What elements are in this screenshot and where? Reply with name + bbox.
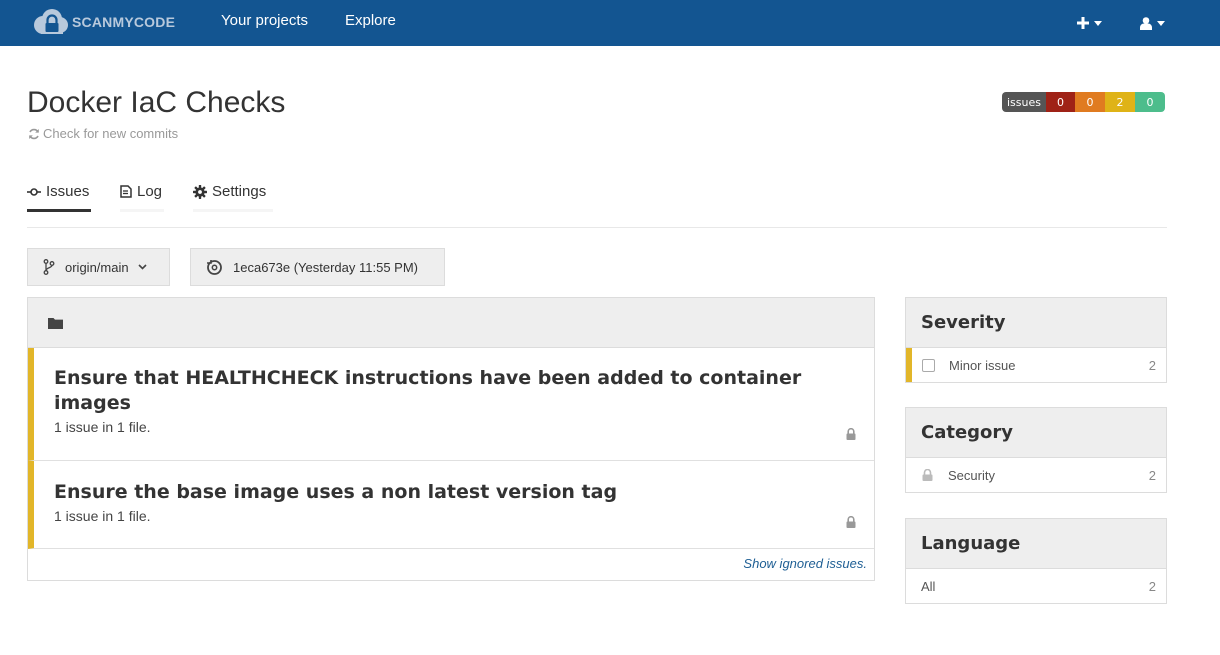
user-menu-button[interactable] (1140, 0, 1165, 46)
severity-filter-count: 2 (1148, 357, 1156, 373)
add-menu-button[interactable] (1077, 0, 1102, 46)
commit-select[interactable]: 1eca673e (Yesterday 11:55 PM) (190, 248, 445, 286)
language-filter-panel: Language All 2 (905, 518, 1167, 604)
issues-panel: Ensure that HEALTHCHECK instructions hav… (27, 297, 875, 581)
brand-logo[interactable]: SCANMYCODE (32, 7, 175, 37)
issue-summary: 1 issue in 1 file. (54, 508, 151, 524)
minor-checkbox[interactable] (922, 358, 935, 372)
tab-issues[interactable]: Issues (27, 176, 91, 212)
language-filter-label: All (921, 578, 936, 594)
badge-count-info: 0 (1135, 92, 1165, 112)
commit-label: 1eca673e (Yesterday 11:55 PM) (233, 259, 419, 275)
refresh-icon (29, 128, 39, 139)
tab-settings-label: Settings (212, 183, 267, 200)
brand-name: SCANMYCODE (72, 14, 176, 30)
tab-log-label: Log (137, 183, 163, 200)
tab-log[interactable]: Log (120, 176, 164, 212)
nav-your-projects[interactable]: Your projects (221, 0, 308, 46)
plus-icon (1077, 17, 1089, 29)
language-filter-count: 2 (1148, 578, 1156, 594)
branch-label: origin/main (65, 259, 129, 275)
issue-item[interactable]: Ensure the base image uses a non latest … (28, 461, 874, 549)
severity-filter-panel: Severity Minor issue 2 (905, 297, 1167, 383)
language-filter-all[interactable]: All 2 (906, 569, 1166, 603)
issue-item[interactable]: Ensure that HEALTHCHECK instructions hav… (28, 348, 874, 461)
history-icon (207, 259, 222, 275)
lock-icon (846, 428, 856, 440)
severity-title: Severity (906, 298, 1166, 348)
issue-title[interactable]: Ensure that HEALTHCHECK instructions hav… (54, 366, 814, 416)
tab-settings[interactable]: Settings (193, 176, 273, 212)
cloud-lock-icon (32, 8, 68, 36)
tabs-divider (27, 227, 1167, 228)
folder-icon[interactable] (48, 317, 63, 329)
issue-title[interactable]: Ensure the base image uses a non latest … (54, 480, 814, 505)
branch-icon (43, 259, 55, 275)
chevron-down-icon (1157, 20, 1165, 26)
category-filter-security[interactable]: Security 2 (906, 458, 1166, 492)
category-filter-count: 2 (1148, 467, 1156, 483)
tab-issues-label: Issues (46, 183, 90, 200)
gear-icon (193, 185, 207, 199)
badge-label: issues (1002, 92, 1046, 112)
category-filter-panel: Category Security 2 (905, 407, 1167, 493)
page-title: Docker IaC Checks (27, 86, 286, 119)
severity-filter-minor[interactable]: Minor issue 2 (906, 348, 1166, 382)
show-ignored-link[interactable]: Show ignored issues. (743, 556, 867, 571)
badge-count-critical: 0 (1046, 92, 1075, 112)
issues-panel-header (28, 298, 874, 348)
check-new-commits-label: Check for new commits (43, 126, 179, 141)
badge-count-major: 0 (1075, 92, 1105, 112)
check-new-commits-link[interactable]: Check for new commits (28, 126, 178, 141)
nav-explore[interactable]: Explore (345, 0, 396, 46)
issues-badge: issues 0 0 2 0 (1002, 92, 1165, 112)
log-icon (120, 185, 132, 198)
category-title: Category (906, 408, 1166, 458)
category-filter-label: Security (948, 467, 995, 483)
commit-icon (27, 188, 41, 196)
issue-summary: 1 issue in 1 file. (54, 419, 151, 435)
badge-count-minor: 2 (1105, 92, 1135, 112)
chevron-down-icon (1094, 20, 1102, 26)
language-title: Language (906, 519, 1166, 569)
severity-filter-label: Minor issue (949, 357, 1016, 373)
navbar: SCANMYCODE Your projects Explore (0, 0, 1220, 46)
branch-select[interactable]: origin/main (27, 248, 170, 286)
lock-icon (846, 516, 856, 528)
user-icon (1140, 16, 1152, 30)
chevron-down-icon (138, 264, 147, 270)
lock-icon (922, 469, 933, 481)
